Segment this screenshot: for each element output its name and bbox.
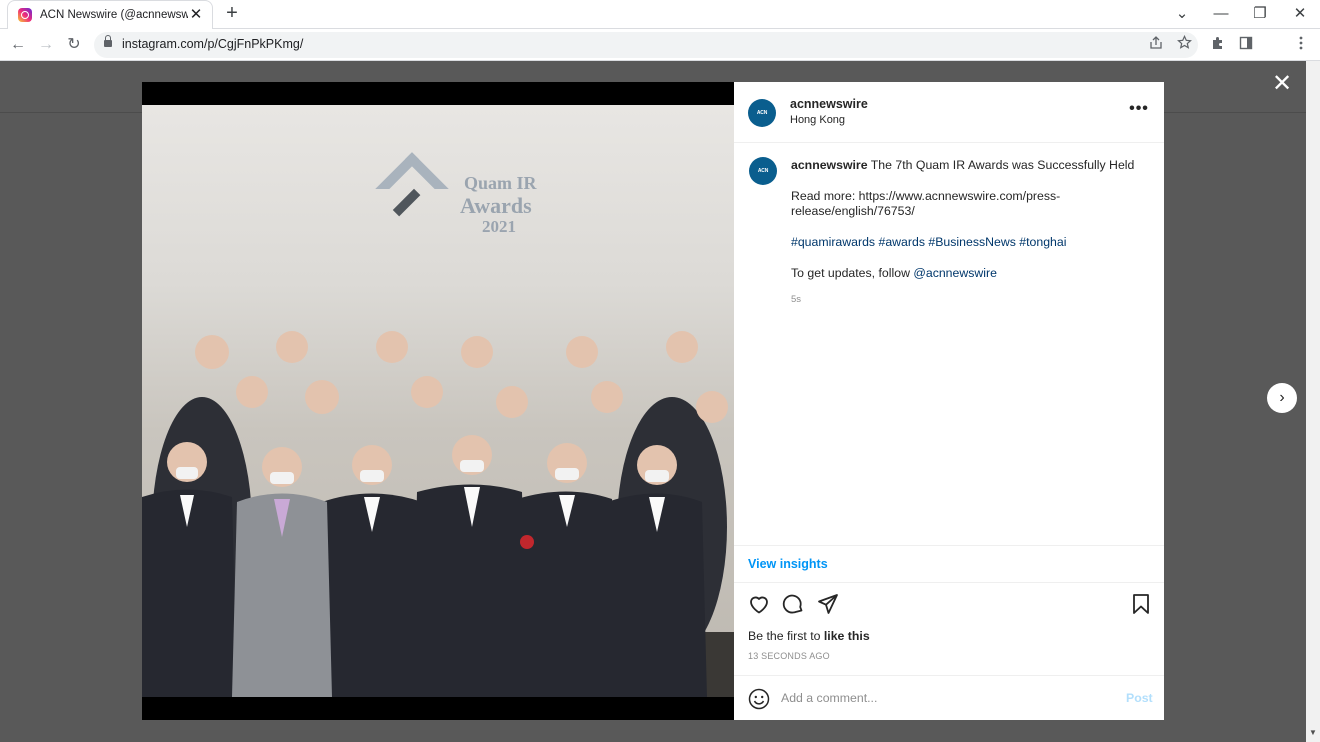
likes-prefix: Be the first to [748,629,824,643]
more-options-icon[interactable]: ••• [1124,100,1154,118]
caption-username[interactable]: acnnewswire [791,158,868,172]
avatar[interactable]: ACN NEWSWIRE [748,99,776,127]
emoji-icon[interactable] [748,688,770,710]
post-photo: Quam IR Awards 2021 [142,105,734,697]
caption-follow-text: To get updates, follow [791,266,914,281]
minimize-button[interactable]: — [1206,4,1236,24]
caption-avatar[interactable]: ACN NEWSWIRE [749,157,777,185]
likes-summary: Be the first to like this [748,629,870,643]
reload-button[interactable]: ↻ [63,34,85,56]
caption-read-more: Read more: https://www.acnnewswire.com/p… [791,188,1061,219]
comment-bar: Post [734,675,1164,720]
like-this-link[interactable]: like this [824,629,870,643]
address-bar[interactable]: instagram.com/p/CgjFnPkPKmg/ [94,32,1198,58]
browser-tabstrip: ACN Newswire (@acnnewswire) · ✕ + ⌄ — ❐ … [0,0,1320,29]
post-timestamp[interactable]: 13 SECONDS AGO [748,651,830,661]
save-bookmark-icon[interactable] [1129,592,1155,618]
post-comment-button[interactable]: Post [1126,691,1153,705]
insights-row: View insights [734,545,1164,583]
comment-bubble-icon[interactable] [781,592,807,618]
forward-button[interactable]: → [35,34,57,56]
share-paper-plane-icon[interactable] [816,592,842,618]
browser-menu-icon[interactable] [1290,34,1312,56]
new-tab-button[interactable]: + [222,3,242,24]
post-media[interactable]: Quam IR Awards 2021 [142,82,734,720]
tab-title: ACN Newswire (@acnnewswire) · [40,9,188,21]
next-post-button[interactable]: › [1267,383,1297,413]
like-heart-icon[interactable] [747,592,773,618]
caption-age[interactable]: 5s [791,294,801,305]
restore-button[interactable]: ❐ [1245,4,1275,24]
post-username[interactable]: acnnewswire [790,97,868,111]
back-button[interactable]: ← [7,34,29,56]
side-panel-icon[interactable] [1235,34,1257,56]
caption-title: The 7th Quam IR Awards was Successfully … [870,158,1135,172]
post-location[interactable]: Hong Kong [790,114,845,126]
post-header: ACN NEWSWIRE acnnewswire Hong Kong ••• [734,82,1164,143]
window-close-button[interactable]: ✕ [1285,4,1315,24]
close-modal-button[interactable]: ✕ [1270,72,1294,96]
tab-search-icon[interactable]: ⌄ [1167,4,1197,24]
photo-logo-text: Awards [460,193,532,218]
browser-toolbar: ← → ↻ instagram.com/p/CgjFnPkPKmg/ [0,29,1320,61]
caption-hashtags[interactable]: #quamirawards #awards #BusinessNews #ton… [791,235,1151,250]
browser-tab[interactable]: ACN Newswire (@acnnewswire) · ✕ [7,0,213,29]
photo-logo-text: Quam IR [464,173,537,193]
group-photo-people [142,331,734,697]
share-icon[interactable] [1146,35,1166,55]
extensions-icon[interactable] [1207,34,1229,56]
post-actions [734,590,1164,620]
post-modal: Quam IR Awards 2021 ACN acnnewswire Hong… [142,82,1164,720]
comment-input[interactable] [781,687,1111,709]
mention-link[interactable]: @acnnewswire [913,266,997,280]
instagram-favicon-icon [18,8,32,22]
page-scrollbar[interactable] [1306,61,1320,742]
tab-close-icon[interactable]: ✕ [188,7,204,23]
url-text[interactable]: instagram.com/p/CgjFnPkPKmg/ [122,37,303,51]
lock-icon[interactable] [104,35,112,47]
view-insights-link[interactable]: View insights [748,557,828,571]
post-details-panel: ACN NEWSWIRE acnnewswire Hong Kong ••• A… [734,82,1164,720]
post-caption: acnnewswire The 7th Quam IR Awards was S… [791,158,1151,282]
bookmark-star-icon[interactable] [1174,34,1194,55]
scroll-down-arrow-icon[interactable]: ▼ [1308,728,1318,737]
